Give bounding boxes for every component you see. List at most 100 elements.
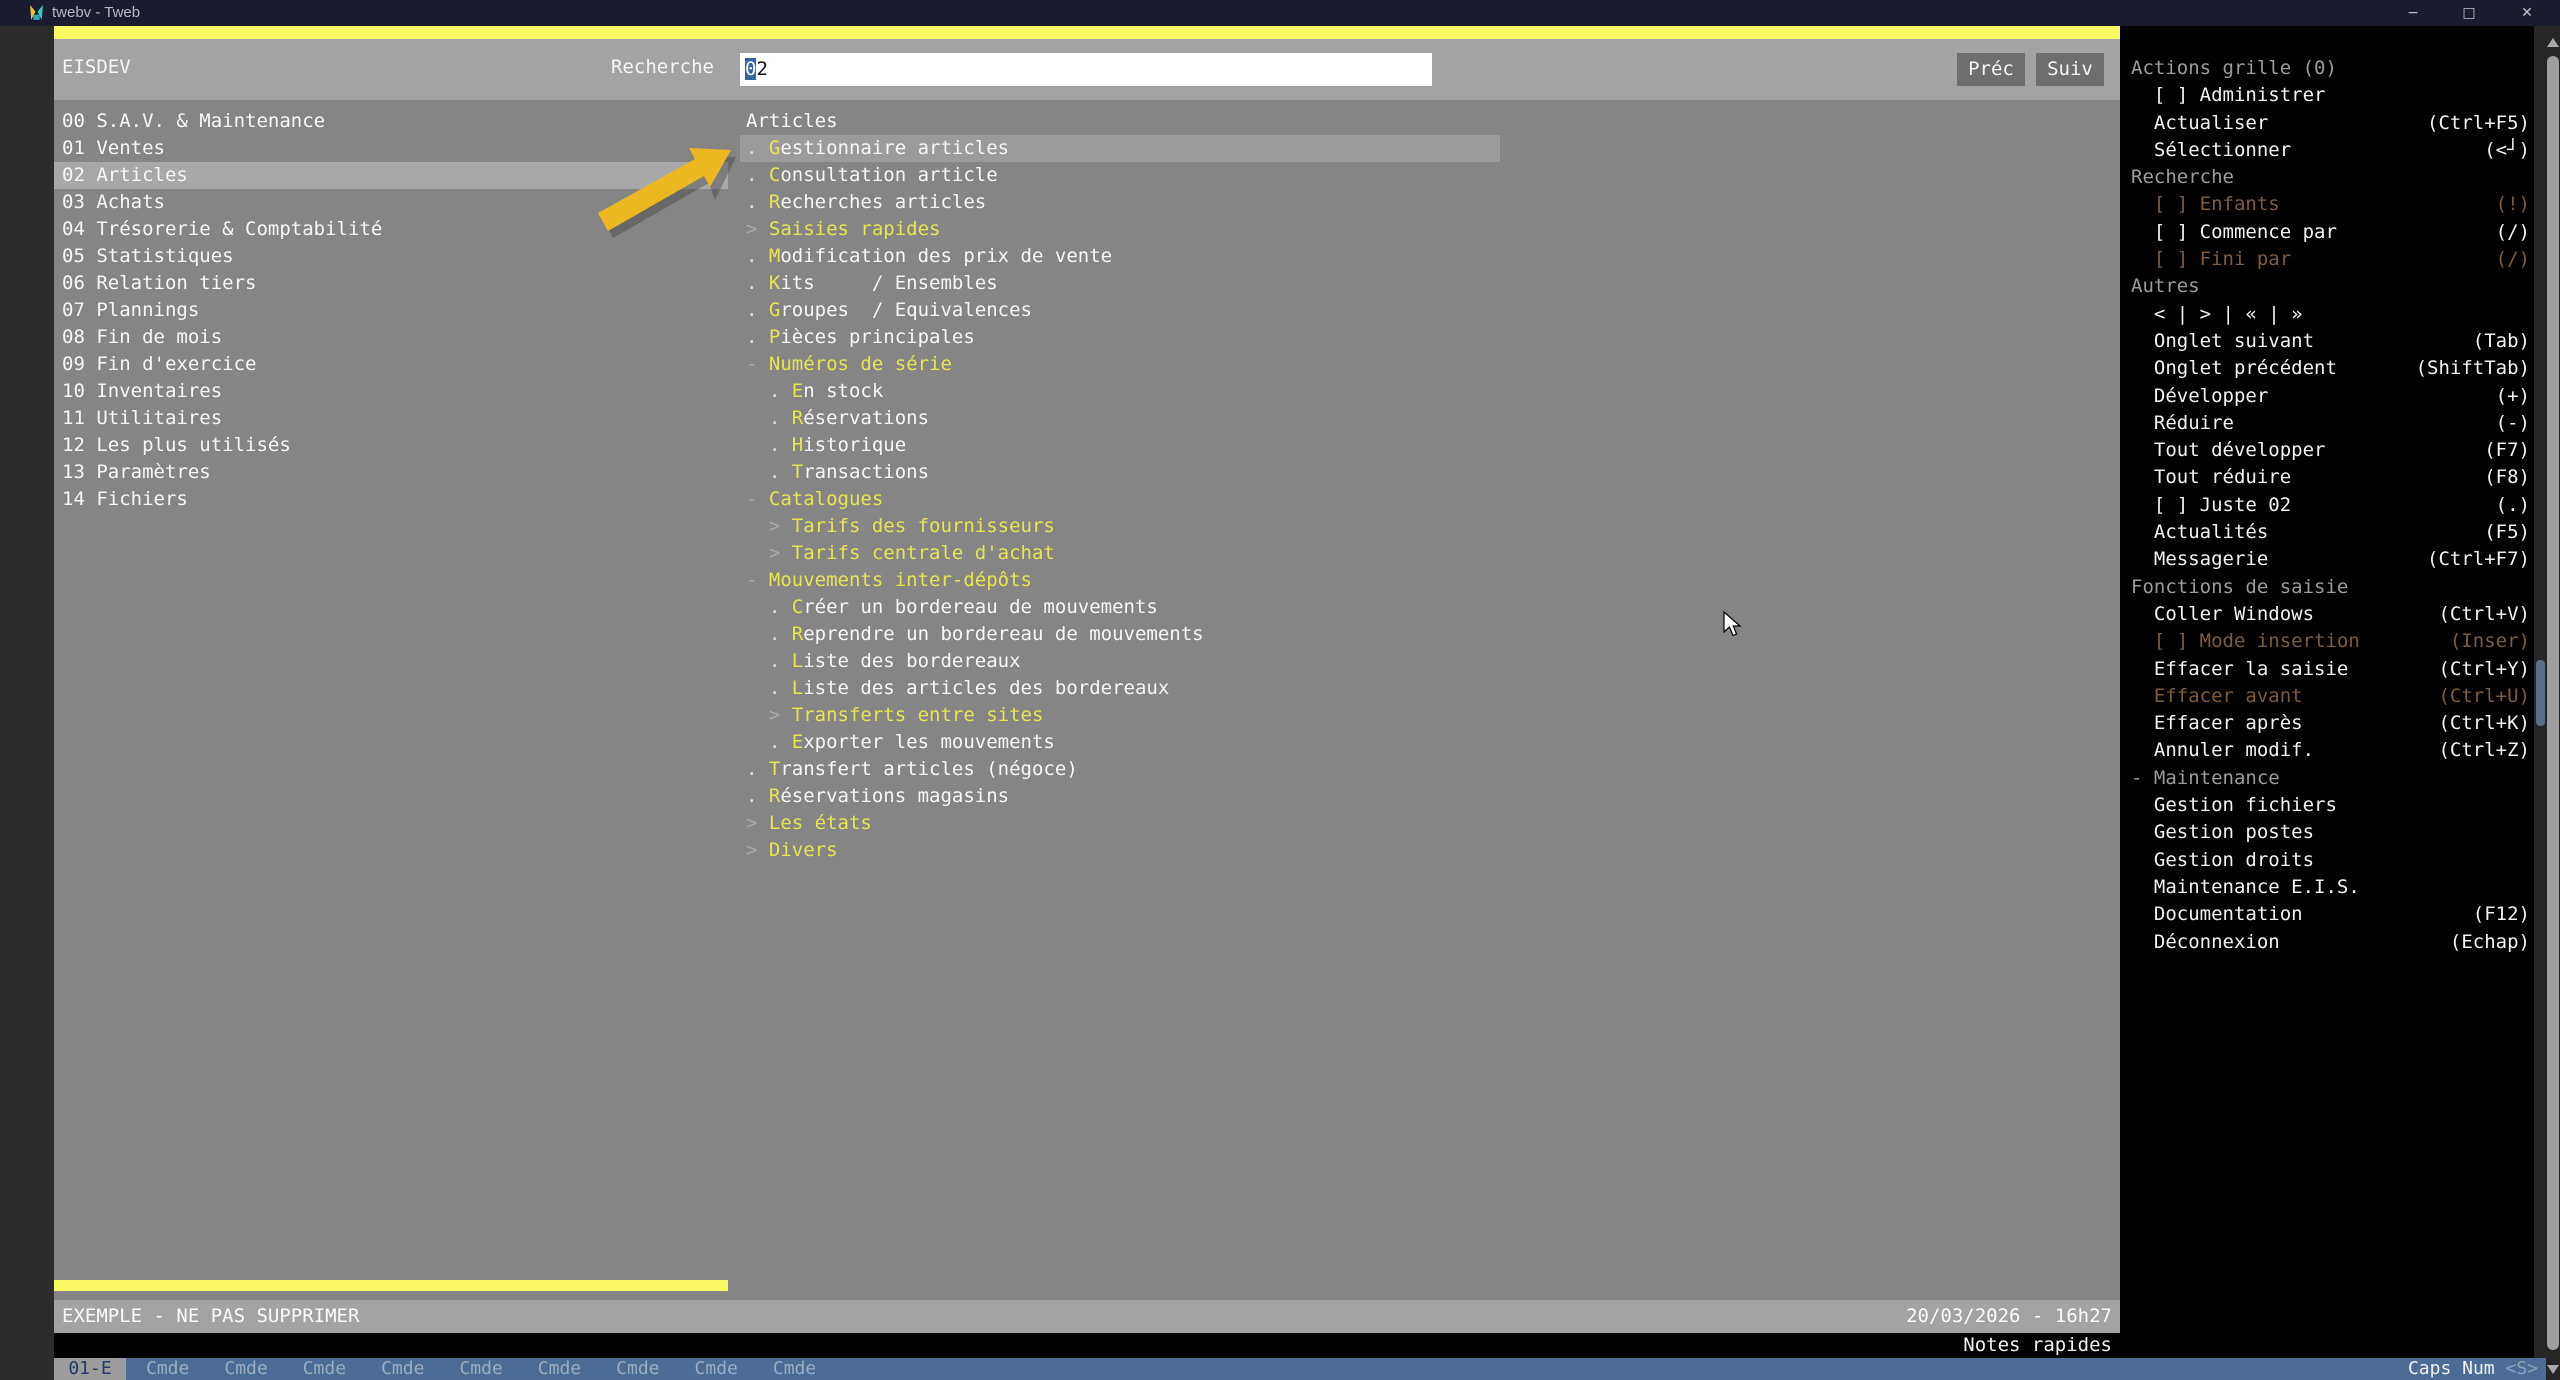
articles-menu-item[interactable]: . Liste des bordereaux — [740, 648, 2120, 675]
articles-menu-item[interactable]: . Historique — [740, 432, 2120, 459]
articles-menu-item[interactable]: - Catalogues — [740, 486, 2120, 513]
sidebar-action-item[interactable]: Gestion postes — [2131, 819, 2530, 846]
actions-sidebar: Actions grille (0) [ ] Administrer Actua… — [2120, 26, 2534, 1358]
sidebar-action-item[interactable]: Documentation (F12) — [2131, 901, 2530, 928]
sidebar-action-item[interactable]: [ ] Fini par (/) — [2131, 246, 2530, 273]
tab-cmde[interactable]: Cmde — [303, 1358, 346, 1380]
tab-cmde[interactable]: Cmde — [381, 1358, 424, 1380]
sidebar-action-item[interactable]: Onglet précédent (ShiftTab) — [2131, 355, 2530, 382]
articles-menu-item[interactable]: . En stock — [740, 378, 2120, 405]
sidebar-action-item[interactable]: Effacer la saisie (Ctrl+Y) — [2131, 656, 2530, 683]
sidebar-action-item[interactable]: Développer (+) — [2131, 383, 2530, 410]
search-input[interactable]: 02 — [740, 53, 1432, 86]
left-menu-item-04[interactable]: 04 Trésorerie & Comptabilité — [54, 216, 728, 243]
articles-menu-item[interactable]: - Numéros de série — [740, 351, 2120, 378]
articles-menu-item[interactable]: . Consultation article — [740, 162, 2120, 189]
tab-cmde[interactable]: Cmde — [695, 1358, 738, 1380]
articles-menu-item[interactable]: > Tarifs des fournisseurs — [740, 513, 2120, 540]
scroll-position-pill[interactable] — [2536, 660, 2545, 726]
articles-menu-item[interactable]: . Transfert articles (négoce) — [740, 756, 2120, 783]
articles-menu-item[interactable]: . Modification des prix de vente — [740, 243, 2120, 270]
left-menu-item-05[interactable]: 05 Statistiques — [54, 243, 728, 270]
left-menu-item-11[interactable]: 11 Utilitaires — [54, 405, 728, 432]
main-content: 00 S.A.V. & Maintenance 01 Ventes 02 Artic… — [54, 100, 2120, 1300]
left-menu-item-14[interactable]: 14 Fichiers — [54, 486, 728, 513]
scroll-down-arrow-icon[interactable] — [2547, 1365, 2559, 1374]
articles-menu-item[interactable]: . Réservations magasins — [740, 783, 2120, 810]
sidebar-action-item[interactable]: [ ] Administrer — [2131, 82, 2530, 109]
tab-active-01e[interactable]: 01-E — [54, 1358, 126, 1380]
sidebar-action-item[interactable]: < | > | « | » — [2131, 301, 2530, 328]
left-menu-item-03[interactable]: 03 Achats — [54, 189, 728, 216]
scroll-up-arrow-icon[interactable] — [2547, 38, 2559, 47]
sidebar-action-item[interactable]: Effacer avant (Ctrl+U) — [2131, 683, 2530, 710]
scrollbar-thumb[interactable] — [2547, 56, 2559, 1350]
maximize-button[interactable]: □ — [2452, 0, 2486, 26]
articles-menu-item[interactable]: > Tarifs centrale d'achat — [740, 540, 2120, 567]
tab-cmde[interactable]: Cmde — [616, 1358, 659, 1380]
articles-menu-item[interactable]: . Réservations — [740, 405, 2120, 432]
articles-menu-item[interactable]: . Liste des articles des bordereaux — [740, 675, 2120, 702]
next-button[interactable]: Suiv — [2036, 53, 2104, 86]
tab-cmde[interactable]: Cmde — [538, 1358, 581, 1380]
articles-menu-item[interactable]: . Pièces principales — [740, 324, 2120, 351]
articles-menu-item[interactable]: . Transactions — [740, 459, 2120, 486]
tab-cmde[interactable]: Cmde — [146, 1358, 189, 1380]
left-menu-item-06[interactable]: 06 Relation tiers — [54, 270, 728, 297]
sidebar-action-item[interactable]: Tout développer (F7) — [2131, 437, 2530, 464]
sidebar-action-item[interactable]: Déconnexion (Echap) — [2131, 929, 2530, 956]
sidebar-action-item[interactable]: Tout réduire (F8) — [2131, 464, 2530, 491]
left-menu-item-10[interactable]: 10 Inventaires — [54, 378, 728, 405]
sidebar-action-item[interactable]: Actualités (F5) — [2131, 519, 2530, 546]
articles-menu-item[interactable]: . Créer un bordereau de mouvements — [740, 594, 2120, 621]
sidebar-action-item[interactable]: [ ] Juste 02 (.) — [2131, 492, 2530, 519]
articles-menu-item[interactable]: . Kits / Ensembles — [740, 270, 2120, 297]
session-name: EISDEV — [62, 56, 131, 78]
sidebar-action-item[interactable]: Réduire (-) — [2131, 410, 2530, 437]
tab-cmde[interactable]: Cmde — [773, 1358, 816, 1380]
sidebar-action-item[interactable]: Onglet suivant (Tab) — [2131, 328, 2530, 355]
left-menu-item-08[interactable]: 08 Fin de mois — [54, 324, 728, 351]
sidebar-action-item[interactable]: Maintenance E.I.S. — [2131, 874, 2530, 901]
tab-cmde[interactable]: Cmde — [224, 1358, 267, 1380]
vertical-scrollbar[interactable] — [2546, 26, 2560, 1380]
tab-bar: 01-E Cmde Cmde Cmde Cmde Cmde Cmde Cmde Cmde Cmd… — [54, 1358, 2546, 1380]
sidebar-action-item[interactable]: Gestion fichiers — [2131, 792, 2530, 819]
articles-menu-item[interactable]: . Exporter les mouvements — [740, 729, 2120, 756]
previous-button[interactable]: Préc — [1957, 53, 2025, 86]
quick-notes-button[interactable]: Notes rapides — [1963, 1333, 2112, 1358]
sidebar-action-item[interactable]: [ ] Commence par (/) — [2131, 219, 2530, 246]
left-menu-item-02[interactable]: 02 Articles — [54, 162, 728, 189]
sidebar-section-header: - Maintenance — [2131, 766, 2280, 789]
left-menu-item-13[interactable]: 13 Paramètres — [54, 459, 728, 486]
sidebar-action-item[interactable]: Sélectionner (<┘) — [2131, 137, 2530, 164]
left-menu-item-07[interactable]: 07 Plannings — [54, 297, 728, 324]
notes-row: Notes rapides — [54, 1333, 2120, 1358]
articles-menu-item[interactable]: > Saisies rapides — [740, 216, 2120, 243]
articles-menu-item[interactable]: . Reprendre un bordereau de mouvements — [740, 621, 2120, 648]
minimize-button[interactable]: − — [2396, 0, 2430, 26]
sidebar-action-item[interactable]: Gestion droits — [2131, 847, 2530, 874]
sidebar-action-item[interactable]: Annuler modif. (Ctrl+Z) — [2131, 737, 2530, 764]
sidebar-action-item[interactable]: Messagerie (Ctrl+F7) — [2131, 546, 2530, 573]
sidebar-action-item[interactable]: Effacer après (Ctrl+K) — [2131, 710, 2530, 737]
tab-cmde[interactable]: Cmde — [459, 1358, 502, 1380]
articles-menu-item[interactable]: . Gestionnaire articles — [740, 135, 1500, 162]
articles-menu-item[interactable]: > Les états — [740, 810, 2120, 837]
close-button[interactable]: ✕ — [2510, 0, 2544, 26]
articles-menu-item[interactable]: > Transferts entre sites — [740, 702, 2120, 729]
sidebar-action-item[interactable]: Coller Windows (Ctrl+V) — [2131, 601, 2530, 628]
left-menu-item-00[interactable]: 00 S.A.V. & Maintenance — [54, 108, 728, 135]
articles-menu-item[interactable]: > Divers — [740, 837, 2120, 864]
left-menu-item-12[interactable]: 12 Les plus utilisés — [54, 432, 728, 459]
search-rest-text: 2 — [756, 58, 768, 80]
sidebar-action-item[interactable]: [ ] Enfants (!) — [2131, 191, 2530, 218]
sidebar-action-item[interactable]: [ ] Mode insertion (Inser) — [2131, 628, 2530, 655]
status-row: EXEMPLE - NE PAS SUPPRIMER 20/03/2026 - … — [54, 1300, 2120, 1333]
articles-menu-item[interactable]: . Recherches articles — [740, 189, 2120, 216]
sidebar-action-item[interactable]: Actualiser (Ctrl+F5) — [2131, 110, 2530, 137]
articles-menu-item[interactable]: - Mouvements inter-dépôts — [740, 567, 2120, 594]
left-menu-item-01[interactable]: 01 Ventes — [54, 135, 728, 162]
left-menu-item-09[interactable]: 09 Fin d'exercice — [54, 351, 728, 378]
articles-menu-item[interactable]: . Groupes / Equivalences — [740, 297, 2120, 324]
